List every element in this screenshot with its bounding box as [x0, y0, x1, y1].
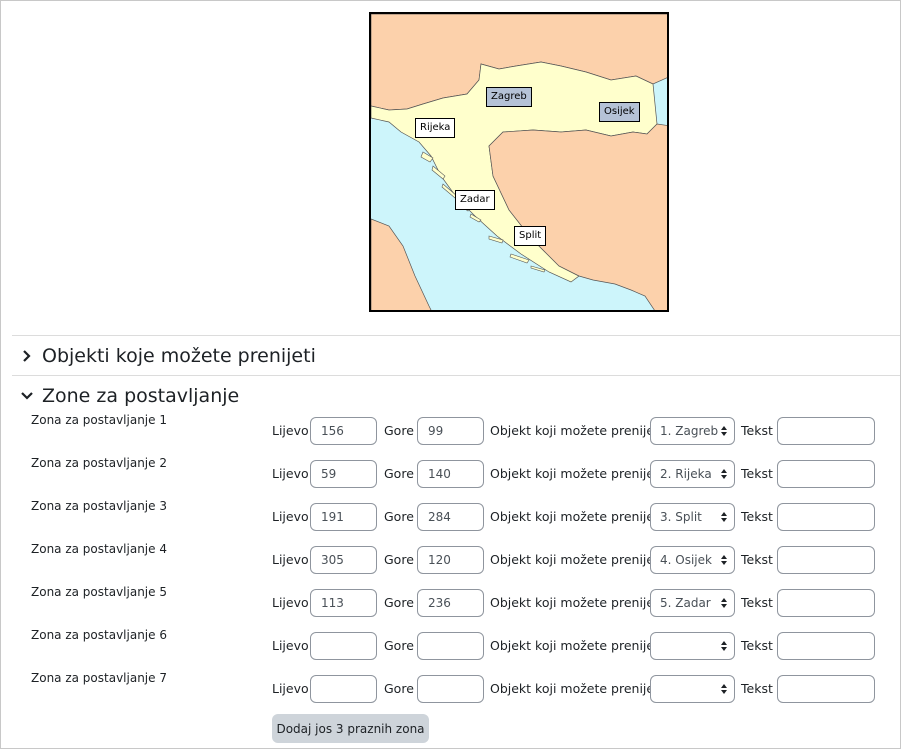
draggable-select-value: 2. Rijeka	[660, 467, 712, 481]
left-input[interactable]: 113	[310, 589, 377, 617]
text-label: Tekst	[741, 681, 773, 696]
chevron-down-icon	[16, 391, 38, 401]
text-input[interactable]	[777, 460, 875, 488]
dropzone-label: Zona za postavljanje 2	[31, 456, 167, 470]
text-input[interactable]	[777, 417, 875, 445]
draggable-select[interactable]: 1. Zagreb	[650, 417, 735, 445]
section-dropzones-header[interactable]: Zone za postavljanje	[12, 375, 900, 416]
draggable-select-value: 3. Split	[660, 510, 702, 524]
top-input[interactable]	[417, 675, 484, 703]
dropzone-row: Zona za postavljanje 1 Lijevo 156 Gore 99 Obj…	[0, 413, 900, 447]
map-label-zadar[interactable]: Zadar	[455, 190, 495, 210]
section-dropzones-title: Zone za postavljanje	[42, 385, 240, 407]
top-label: Gore	[384, 638, 414, 653]
text-input[interactable]	[777, 589, 875, 617]
left-label: Lijevo	[272, 466, 309, 481]
draggable-select[interactable]: 4. Osijek	[650, 546, 735, 574]
draggable-select[interactable]	[650, 632, 735, 660]
dropzone-label: Zona za postavljanje 5	[31, 585, 167, 599]
text-input[interactable]	[777, 546, 875, 574]
left-label: Lijevo	[272, 509, 309, 524]
left-input[interactable]	[310, 675, 377, 703]
dropzone-row: Zona za postavljanje 4 Lijevo 305 Gore 120 Ob…	[0, 542, 900, 576]
draggable-select-value: 5. Zadar	[660, 596, 711, 610]
select-arrows-icon	[721, 684, 727, 694]
dropzone-label: Zona za postavljanje 6	[31, 628, 167, 642]
text-input[interactable]	[777, 503, 875, 531]
left-input[interactable]: 59	[310, 460, 377, 488]
draggable-select[interactable]: 2. Rijeka	[650, 460, 735, 488]
draggable-label: Objekt koji možete prenijeti	[490, 681, 663, 696]
select-arrows-icon	[721, 598, 727, 608]
map-label-split[interactable]: Split	[514, 226, 547, 246]
top-label: Gore	[384, 681, 414, 696]
left-label: Lijevo	[272, 552, 309, 567]
select-arrows-icon	[721, 512, 727, 522]
draggable-label: Objekt koji možete prenijeti	[490, 423, 663, 438]
top-label: Gore	[384, 595, 414, 610]
dropzone-label: Zona za postavljanje 4	[31, 542, 167, 556]
top-label: Gore	[384, 466, 414, 481]
draggable-label: Objekt koji možete prenijeti	[490, 509, 663, 524]
top-input[interactable]: 284	[417, 503, 484, 531]
dropzone-row: Zona za postavljanje 2 Lijevo 59 Gore 140 Obj…	[0, 456, 900, 490]
add-dropzones-button[interactable]: Dodaj jos 3 praznih zona	[272, 714, 429, 743]
dropzone-label: Zona za postavljanje 1	[31, 413, 167, 427]
text-input[interactable]	[777, 632, 875, 660]
map-label-zagreb[interactable]: Zagreb	[486, 87, 532, 107]
top-input[interactable]: 140	[417, 460, 484, 488]
left-label: Lijevo	[272, 595, 309, 610]
text-label: Tekst	[741, 552, 773, 567]
draggable-label: Objekt koji možete prenijeti	[490, 552, 663, 567]
left-label: Lijevo	[272, 638, 309, 653]
draggable-label: Objekt koji možete prenijeti	[490, 638, 663, 653]
top-label: Gore	[384, 509, 414, 524]
section-draggables-header[interactable]: Objekti koje možete prenijeti	[12, 335, 900, 376]
top-label: Gore	[384, 423, 414, 438]
text-label: Tekst	[741, 466, 773, 481]
map-label-osijek[interactable]: Osijek	[599, 102, 640, 122]
draggable-label: Objekt koji možete prenijeti	[490, 466, 663, 481]
map-label-rijeka[interactable]: Rijeka	[415, 118, 456, 138]
select-arrows-icon	[721, 555, 727, 565]
left-label: Lijevo	[272, 681, 309, 696]
top-input[interactable]: 99	[417, 417, 484, 445]
chevron-right-icon	[16, 350, 38, 362]
left-input[interactable]: 156	[310, 417, 377, 445]
left-input[interactable]: 191	[310, 503, 377, 531]
left-input[interactable]	[310, 632, 377, 660]
dropzone-row: Zona za postavljanje 5 Lijevo 113 Gore 236 Ob…	[0, 585, 900, 619]
draggable-select[interactable]	[650, 675, 735, 703]
draggable-label: Objekt koji možete prenijeti	[490, 595, 663, 610]
dropzone-row: Zona za postavljanje 6 Lijevo Gore Objekt k…	[0, 628, 900, 662]
dropzone-label: Zona za postavljanje 3	[31, 499, 167, 513]
draggable-select-value: 1. Zagreb	[660, 424, 719, 438]
section-draggables-title: Objekti koje možete prenijeti	[42, 345, 316, 367]
select-arrows-icon	[721, 426, 727, 436]
map-image: Zagreb Osijek Rijeka Zadar Split	[369, 12, 669, 312]
top-input[interactable]: 236	[417, 589, 484, 617]
dropzone-row: Zona za postavljanje 7 Lijevo Gore Objekt k…	[0, 671, 900, 705]
left-label: Lijevo	[272, 423, 309, 438]
draggable-select[interactable]: 5. Zadar	[650, 589, 735, 617]
text-label: Tekst	[741, 638, 773, 653]
dropzone-row: Zona za postavljanje 3 Lijevo 191 Gore 284 Ob…	[0, 499, 900, 533]
select-arrows-icon	[721, 469, 727, 479]
left-input[interactable]: 305	[310, 546, 377, 574]
top-label: Gore	[384, 552, 414, 567]
draggable-select[interactable]: 3. Split	[650, 503, 735, 531]
text-label: Tekst	[741, 423, 773, 438]
dropzone-label: Zona za postavljanje 7	[31, 671, 167, 685]
croatia-map-icon	[371, 14, 667, 310]
draggable-select-value: 4. Osijek	[660, 553, 712, 567]
top-input[interactable]	[417, 632, 484, 660]
top-input[interactable]: 120	[417, 546, 484, 574]
text-input[interactable]	[777, 675, 875, 703]
text-label: Tekst	[741, 509, 773, 524]
text-label: Tekst	[741, 595, 773, 610]
select-arrows-icon	[721, 641, 727, 651]
